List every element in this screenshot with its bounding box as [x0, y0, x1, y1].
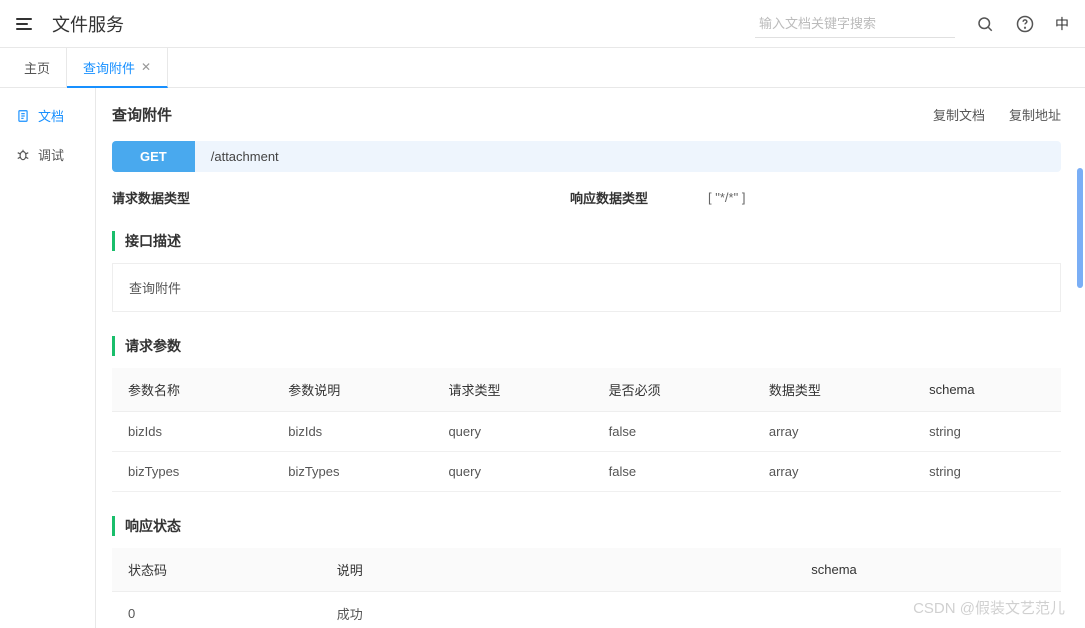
cell-desc: bizTypes	[272, 452, 432, 492]
cell-code: 0	[112, 592, 321, 628]
table-row: 0 成功	[112, 592, 1061, 628]
cell-schema: string	[913, 452, 1061, 492]
section-title-status: 响应状态	[112, 516, 1061, 536]
menu-toggle-icon[interactable]	[16, 14, 36, 34]
status-table: 状态码 说明 schema 0 成功 200 OK R«List«Attachm…	[112, 548, 1061, 628]
main-panel: 查询附件 复制文档 复制地址 GET /attachment 请求数据类型 响应…	[96, 88, 1085, 628]
language-toggle[interactable]: 中	[1055, 14, 1069, 34]
cell-required: false	[593, 412, 753, 452]
col-schema: schema	[795, 548, 1061, 592]
content-area: 文档 调试 查询附件 复制文档 复制地址 GET /attachment 请求数…	[0, 88, 1085, 628]
bug-icon	[16, 148, 30, 162]
section-title-description: 接口描述	[112, 231, 1061, 251]
scrollbar-thumb[interactable]	[1077, 168, 1083, 288]
method-row: GET /attachment	[112, 141, 1061, 172]
response-type-value: [ "*/*" ]	[708, 190, 745, 205]
scrollbar[interactable]	[1077, 88, 1083, 628]
table-row: bizTypes bizTypes query false array stri…	[112, 452, 1061, 492]
col-name: 参数名称	[112, 368, 272, 412]
tabs-bar: 主页 查询附件 ✕	[0, 48, 1085, 88]
app-header: 文件服务 中	[0, 0, 1085, 48]
col-in: 请求类型	[432, 368, 592, 412]
cell-desc: bizIds	[272, 412, 432, 452]
col-type: 数据类型	[753, 368, 913, 412]
search-input[interactable]	[755, 10, 955, 38]
request-type-label: 请求数据类型	[112, 188, 190, 207]
search-icon[interactable]	[975, 14, 995, 34]
copy-url-button[interactable]: 复制地址	[1009, 105, 1061, 124]
api-path: /attachment	[195, 149, 295, 164]
copy-doc-button[interactable]: 复制文档	[933, 105, 985, 124]
sidebar-item-doc[interactable]: 文档	[0, 96, 95, 135]
description-box: 查询附件	[112, 263, 1061, 312]
cell-desc: 成功	[321, 592, 796, 628]
cell-in: query	[432, 452, 592, 492]
table-header-row: 参数名称 参数说明 请求类型 是否必须 数据类型 schema	[112, 368, 1061, 412]
help-icon[interactable]	[1015, 14, 1035, 34]
col-schema: schema	[913, 368, 1061, 412]
cell-in: query	[432, 412, 592, 452]
sidebar: 文档 调试	[0, 88, 96, 628]
tab-label: 主页	[24, 58, 50, 77]
cell-schema	[795, 592, 1061, 628]
tab-query-attachment[interactable]: 查询附件 ✕	[67, 48, 168, 88]
close-icon[interactable]: ✕	[141, 60, 151, 74]
app-title: 文件服务	[52, 11, 755, 37]
cell-type: array	[753, 412, 913, 452]
tab-home[interactable]: 主页	[8, 48, 67, 88]
col-required: 是否必须	[593, 368, 753, 412]
page-title: 查询附件	[112, 104, 172, 125]
response-type-label: 响应数据类型	[570, 188, 648, 207]
tab-label: 查询附件	[83, 58, 135, 77]
table-header-row: 状态码 说明 schema	[112, 548, 1061, 592]
cell-name: bizTypes	[112, 452, 272, 492]
sidebar-item-debug[interactable]: 调试	[0, 135, 95, 174]
col-code: 状态码	[112, 548, 321, 592]
http-method-badge: GET	[112, 141, 195, 172]
table-row: bizIds bizIds query false array string	[112, 412, 1061, 452]
col-desc: 说明	[321, 548, 796, 592]
section-title-params: 请求参数	[112, 336, 1061, 356]
sidebar-item-label: 文档	[38, 106, 64, 125]
document-icon	[16, 109, 30, 123]
data-type-row: 请求数据类型 响应数据类型 [ "*/*" ]	[112, 188, 1061, 207]
sidebar-item-label: 调试	[38, 145, 64, 164]
cell-type: array	[753, 452, 913, 492]
cell-required: false	[593, 452, 753, 492]
cell-schema: string	[913, 412, 1061, 452]
col-desc: 参数说明	[272, 368, 432, 412]
params-table: 参数名称 参数说明 请求类型 是否必须 数据类型 schema bizIds b…	[112, 368, 1061, 492]
cell-name: bizIds	[112, 412, 272, 452]
